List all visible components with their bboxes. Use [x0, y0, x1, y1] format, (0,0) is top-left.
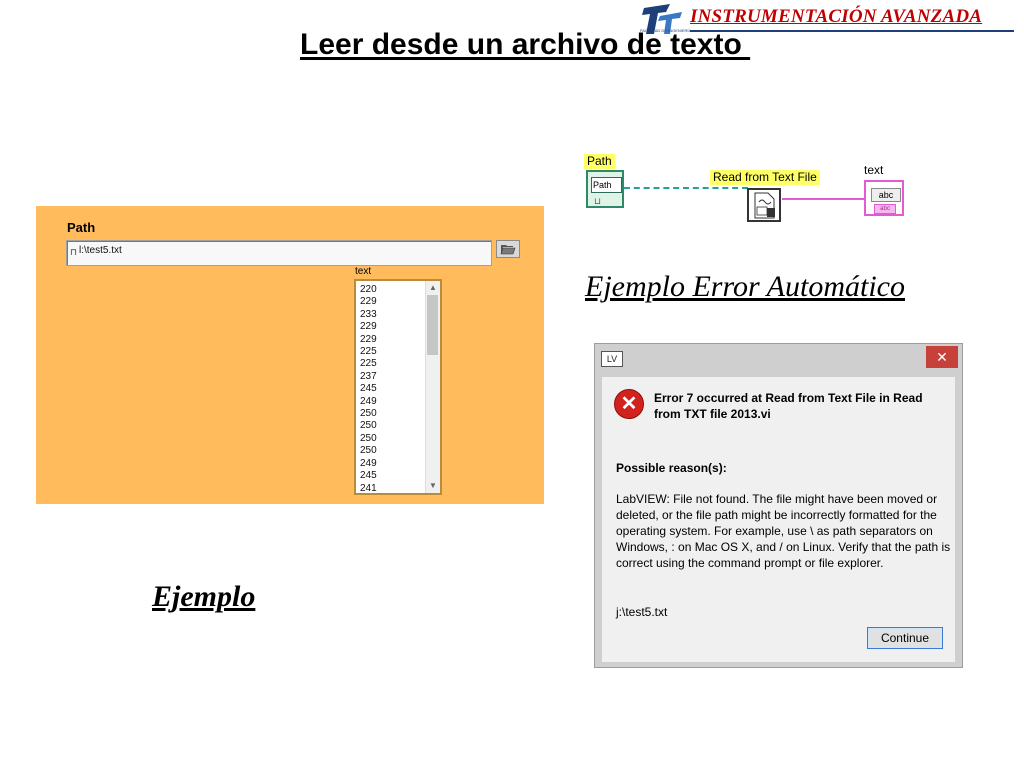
text-line: 249	[360, 457, 377, 469]
text-wire	[782, 198, 866, 200]
read-text-file-label: Read from Text File	[710, 170, 820, 185]
error-file-path: j:\test5.txt	[616, 605, 668, 619]
text-line: 250	[360, 432, 377, 444]
labview-icon: LV	[601, 351, 623, 367]
example-caption: Ejemplo	[152, 580, 256, 613]
text-terminal-box: abc	[871, 188, 901, 202]
dialog-titlebar[interactable]: LV ✕	[595, 344, 962, 374]
browse-button[interactable]	[496, 240, 520, 258]
path-control-label: Path	[67, 220, 96, 235]
text-indicator: 220 229 233 229 229 225 225 237 245 249 250 250 250 2…	[354, 279, 442, 495]
error-message: LabVIEW: File not found. The file might …	[616, 492, 951, 570]
error-example-caption: Ejemplo Error Automático	[585, 270, 905, 303]
front-panel: Path ⊓ l:\test5.txt text 220 229 233 229 229…	[36, 206, 544, 504]
text-line: 237	[360, 370, 377, 382]
close-button[interactable]: ✕	[926, 346, 958, 368]
path-terminal[interactable]: Path ⊔	[586, 170, 624, 208]
text-terminal-label: text	[864, 163, 884, 177]
error-dialog: LV ✕ ✕ Error 7 occurred at Read from Tex…	[594, 343, 963, 668]
block-diagram: Path Path ⊔ Read from Text File text abc…	[582, 150, 942, 230]
error-icon: ✕	[614, 389, 644, 419]
text-terminal[interactable]: abc abc	[864, 180, 904, 216]
text-indicator-label: text	[355, 266, 372, 277]
text-line: 229	[360, 321, 377, 333]
path-type-icon: ⊓	[70, 247, 78, 257]
scroll-down-icon[interactable]: ▼	[426, 480, 440, 492]
text-line: 229	[360, 333, 377, 345]
text-line: 250	[360, 420, 377, 432]
text-file-icon	[754, 192, 775, 219]
vertical-scrollbar[interactable]: ▲ ▼	[425, 281, 440, 493]
path-terminal-box: Path	[591, 177, 622, 193]
read-text-file-node[interactable]	[747, 188, 781, 222]
text-indicator-content: 220 229 233 229 229 225 225 237 245 249 250 250 250 2…	[360, 284, 377, 494]
text-line: 225	[360, 346, 377, 358]
text-line: 245	[360, 470, 377, 482]
path-terminal-label: Path	[584, 154, 615, 169]
folder-open-icon	[500, 245, 516, 255]
text-line: 250	[360, 408, 377, 420]
text-line: 250	[360, 445, 377, 457]
text-line: 229	[360, 296, 377, 308]
text-terminal-foot: abc	[874, 204, 896, 214]
text-line: 220	[360, 284, 377, 295]
continue-button[interactable]: Continue	[867, 627, 943, 649]
scroll-up-icon[interactable]: ▲	[426, 282, 440, 294]
dialog-body: ✕ Error 7 occurred at Read from Text Fil…	[602, 377, 955, 662]
error-heading: Error 7 occurred at Read from Text File …	[654, 391, 923, 421]
possible-reasons-label: Possible reason(s):	[616, 461, 727, 475]
course-brand: INSTRUMENTACIÓN AVANZADA	[690, 6, 983, 27]
scroll-thumb[interactable]	[427, 295, 438, 355]
text-line: 225	[360, 358, 377, 370]
text-line: 249	[360, 395, 377, 407]
text-line: 245	[360, 383, 377, 395]
text-line: 233	[360, 308, 377, 320]
path-control-value: l:\test5.txt	[79, 245, 122, 256]
text-line: 241	[360, 482, 377, 494]
path-wire	[624, 187, 748, 189]
slide-title: Leer desde un archivo de texto	[300, 28, 751, 61]
path-terminal-icon: ⊔	[594, 196, 602, 206]
path-control-input[interactable]: ⊓ l:\test5.txt	[66, 240, 492, 266]
